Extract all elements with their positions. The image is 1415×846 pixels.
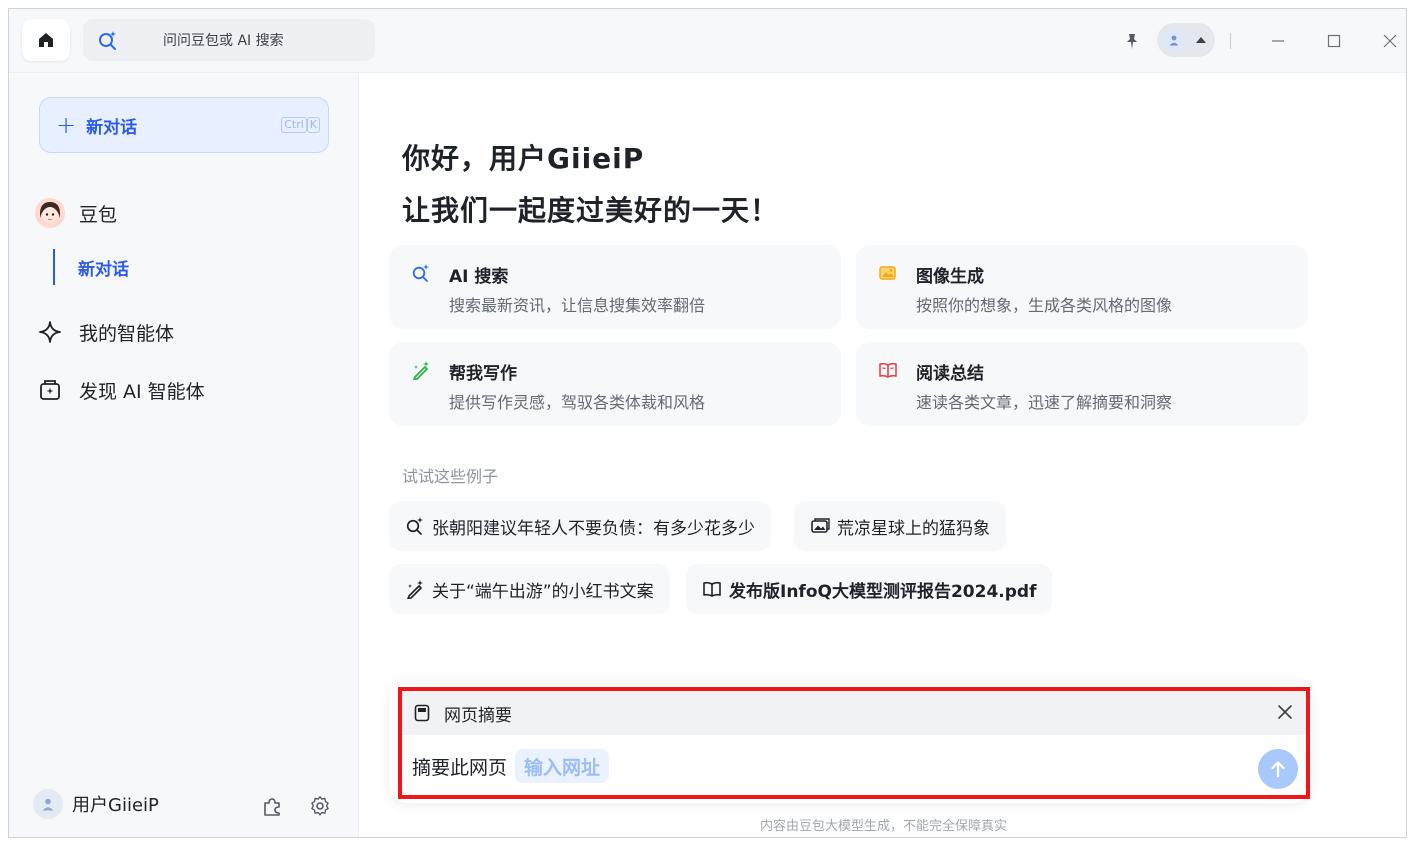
writing-icon xyxy=(407,580,423,599)
settings-icon[interactable] xyxy=(309,795,331,817)
shortcut-hint: Ctrl K xyxy=(281,117,320,133)
card-title: 帮我写作 xyxy=(449,364,517,384)
minimize-button[interactable] xyxy=(1264,27,1292,55)
doubao-avatar xyxy=(35,198,65,228)
shortcut-key: Ctrl xyxy=(281,117,307,133)
url-slot-input[interactable]: 输入网址 xyxy=(515,749,610,783)
maximize-icon xyxy=(1327,34,1341,48)
example-text: 关于“端午出游”的小红书文案 xyxy=(432,581,654,602)
sidebar-item-doubao[interactable]: 豆包 xyxy=(35,198,117,228)
feature-card-image-gen[interactable]: 图像生成 按照你的想象，生成各类风格的图像 xyxy=(856,245,1308,329)
card-description: 提供写作灵感，驾驭各类体裁和风格 xyxy=(449,393,706,412)
home-icon xyxy=(39,33,53,47)
ai-search-icon xyxy=(412,264,429,282)
webpage-icon xyxy=(414,704,430,722)
examples-heading: 试试这些例子 xyxy=(402,467,499,486)
main-panel: 你好，用户GiieiP 让我们一起度过美好的一天！ AI 搜索 搜索最新资讯，让… xyxy=(359,73,1406,837)
plugin-icon[interactable] xyxy=(261,795,283,817)
feature-card-ai-search[interactable]: AI 搜索 搜索最新资讯，让信息搜集效率翻倍 xyxy=(389,245,841,329)
close-icon[interactable] xyxy=(1276,703,1294,721)
skill-label: 网页摘要 xyxy=(444,705,512,726)
sidebar: + 新对话 Ctrl K 豆包 新对话 我的智能体 发现 AI 智能体 用户Gi… xyxy=(9,73,359,837)
composer-prefix: 摘要此网页 xyxy=(412,756,508,779)
search-input[interactable]: 问问豆包或 AI 搜索 xyxy=(83,19,375,61)
ai-search-icon xyxy=(406,517,423,535)
example-chip[interactable]: 发布版InfoQ大模型测评报告2024.pdf xyxy=(686,564,1053,614)
sparkle-icon xyxy=(39,321,61,343)
shortcut-key: K xyxy=(306,117,320,133)
feature-card-reading[interactable]: 阅读总结 速读各类文章，迅速了解摘要和洞察 xyxy=(856,342,1308,426)
titlebar-divider xyxy=(1230,33,1231,49)
card-description: 速读各类文章，迅速了解摘要和洞察 xyxy=(916,393,1173,412)
image-gen-icon xyxy=(879,266,896,280)
caret-up-icon xyxy=(1196,37,1206,43)
close-window-button[interactable] xyxy=(1376,27,1404,55)
feature-card-writing[interactable]: 帮我写作 提供写作灵感，驾驭各类体裁和风格 xyxy=(389,342,841,426)
skill-header: 网页摘要 xyxy=(402,691,1306,735)
reading-icon xyxy=(703,581,721,597)
home-button[interactable] xyxy=(22,19,70,61)
user-avatar xyxy=(33,789,63,819)
writing-icon xyxy=(413,361,429,380)
new-chat-button[interactable]: + 新对话 Ctrl K xyxy=(39,97,329,153)
user-profile[interactable]: 用户GiieiP xyxy=(33,789,159,819)
user-name: 用户GiieiP xyxy=(72,795,159,816)
greeting-subtitle: 让我们一起度过美好的一天！ xyxy=(402,194,780,227)
search-placeholder: 问问豆包或 AI 搜索 xyxy=(163,33,284,49)
ai-search-icon xyxy=(99,31,116,50)
composer[interactable]: 网页摘要 摘要此网页 输入网址 xyxy=(398,687,1310,799)
title-bar: 问问豆包或 AI 搜索 xyxy=(9,9,1406,73)
example-chip[interactable]: 荒凉星球上的猛犸象 xyxy=(794,501,1006,551)
maximize-button[interactable] xyxy=(1320,27,1348,55)
card-title: 阅读总结 xyxy=(916,364,984,384)
new-chat-label: 新对话 xyxy=(86,117,138,138)
close-icon xyxy=(1383,34,1397,48)
send-button[interactable] xyxy=(1258,749,1298,789)
active-indicator xyxy=(53,249,55,285)
example-chip[interactable]: 张朝阳建议年轻人不要负债：有多少花多少 xyxy=(389,501,771,551)
example-text: 荒凉星球上的猛犸象 xyxy=(837,518,990,539)
app-window: 问问豆包或 AI 搜索 + 新对话 Ctrl K 豆包 新对话 我的智能体 发现… xyxy=(8,8,1407,838)
greeting-title: 你好，用户GiieiP xyxy=(402,142,645,175)
discover-agent-icon xyxy=(40,380,60,400)
sidebar-item-label: 我的智能体 xyxy=(79,322,175,345)
sidebar-item-my-agents[interactable]: 我的智能体 xyxy=(35,317,174,347)
card-title: AI 搜索 xyxy=(449,267,509,287)
example-text: 发布版InfoQ大模型测评报告2024.pdf xyxy=(729,581,1037,602)
user-icon xyxy=(1162,28,1186,52)
reading-icon xyxy=(879,362,897,378)
disclaimer: 内容由豆包大模型生成，不能完全保障真实 xyxy=(759,819,1007,834)
sidebar-item-label: 发现 AI 智能体 xyxy=(79,380,205,403)
example-chip[interactable]: 关于“端午出游”的小红书文案 xyxy=(389,564,670,614)
sidebar-item-discover-agents[interactable]: 发现 AI 智能体 xyxy=(35,375,205,405)
account-menu-toggle[interactable] xyxy=(1157,23,1215,57)
card-description: 搜索最新资讯，让信息搜集效率翻倍 xyxy=(449,296,706,315)
card-title: 图像生成 xyxy=(916,267,984,287)
sidebar-item-label: 豆包 xyxy=(79,203,118,226)
card-description: 按照你的想象，生成各类风格的图像 xyxy=(916,296,1173,315)
sidebar-subitem-new-chat[interactable]: 新对话 xyxy=(78,255,129,280)
image-gen-icon xyxy=(811,518,830,533)
plus-icon: + xyxy=(56,111,77,139)
send-arrow-icon xyxy=(1271,761,1285,778)
example-text: 张朝阳建议年轻人不要负债：有多少花多少 xyxy=(432,518,755,539)
composer-body[interactable]: 摘要此网页 输入网址 xyxy=(412,749,610,783)
minimize-icon xyxy=(1272,40,1284,42)
pin-icon[interactable] xyxy=(1122,31,1142,51)
